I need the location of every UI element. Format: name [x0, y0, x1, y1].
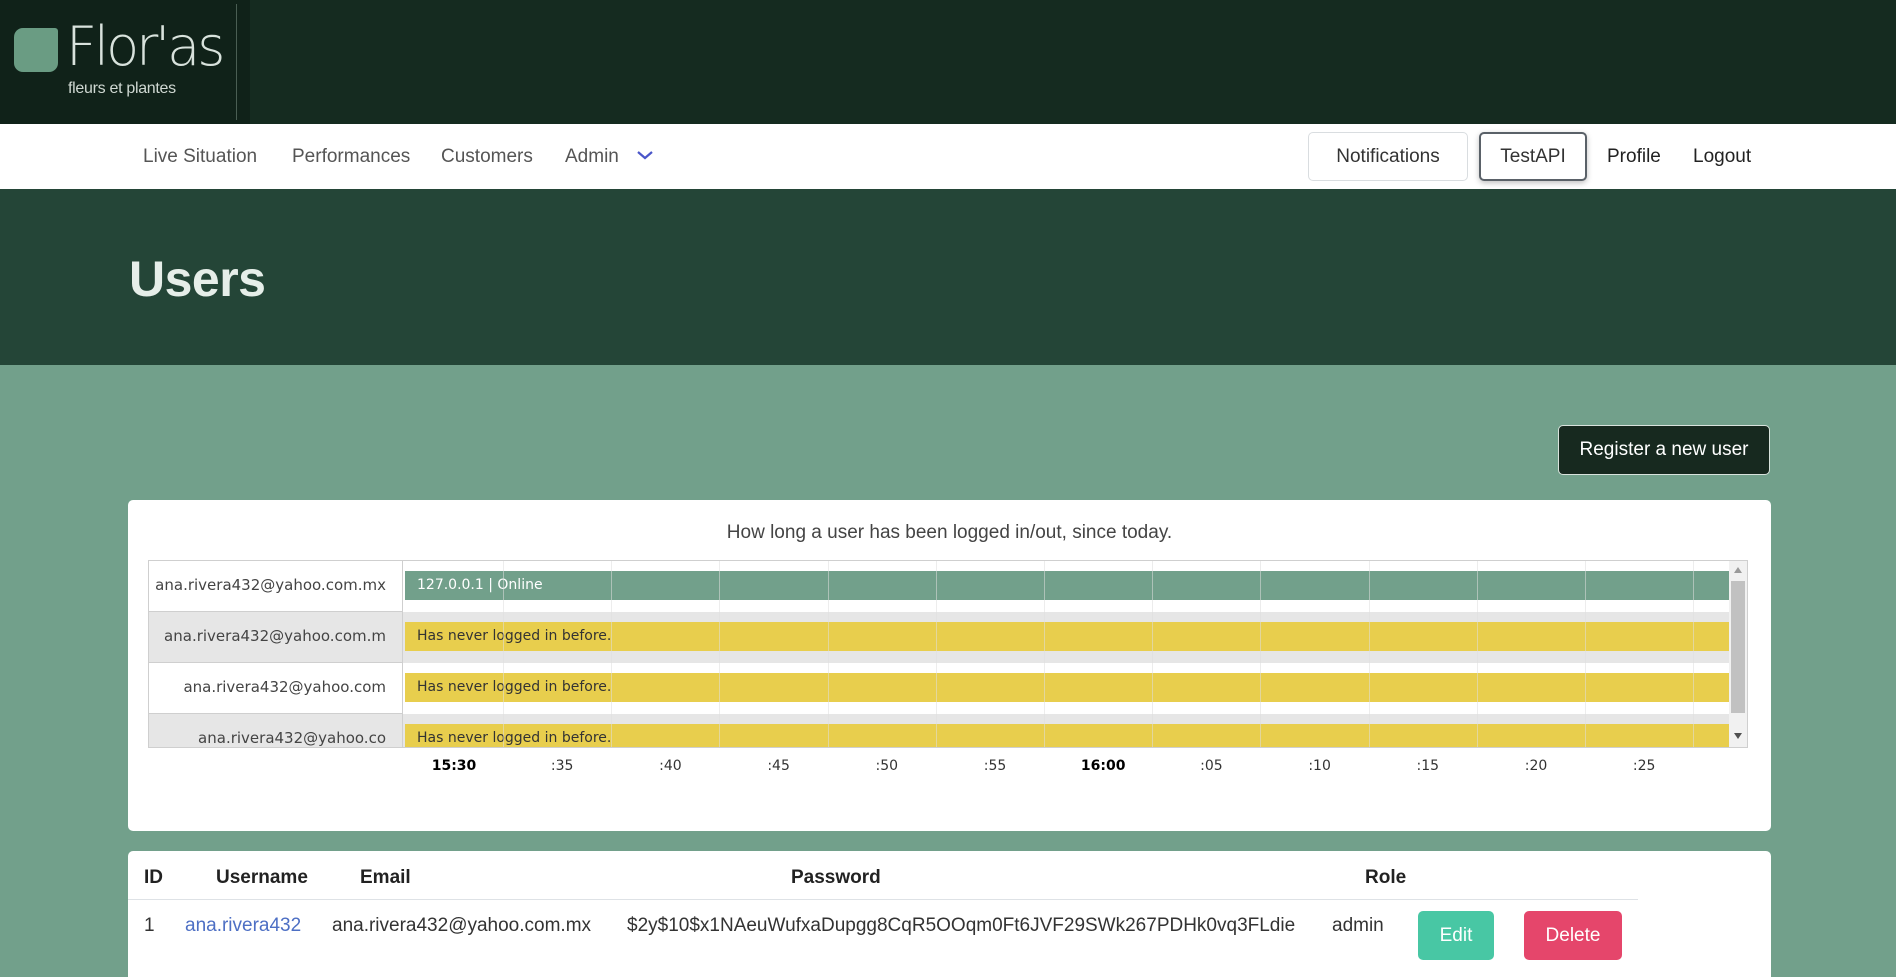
timeline-tick-label: :10	[1308, 758, 1331, 774]
user-role: admin	[1332, 915, 1384, 936]
timeline-tick-label: :50	[875, 758, 899, 774]
timeline-bar[interactable]: Has never logged in before.	[405, 673, 1729, 702]
timeline-tick-label: :45	[767, 758, 790, 774]
logo-divider	[236, 4, 237, 120]
nav-logout[interactable]: Logout	[1693, 124, 1751, 189]
navbar: Live Situation Performances Customers Ad…	[0, 124, 1896, 189]
timeline-row-label: ana.rivera432@yahoo.co	[149, 714, 403, 747]
brand-bar: Flor'as fleurs et plantes	[0, 0, 1896, 124]
timeline-bar[interactable]: 127.0.0.1 | Online	[405, 571, 1729, 600]
scrollbar-thumb[interactable]	[1731, 581, 1745, 713]
login-timeline-card: How long a user has been logged in/out, …	[128, 500, 1771, 831]
timeline-chart: ana.rivera432@yahoo.com.mx 127.0.0.1 | On…	[148, 560, 1748, 748]
timeline-row-label: ana.rivera432@yahoo.com.m	[149, 612, 403, 663]
notifications-button[interactable]: Notifications	[1308, 132, 1468, 181]
delete-user-button[interactable]: Delete	[1524, 911, 1622, 960]
table-header-divider	[128, 899, 1638, 900]
timeline-title: How long a user has been logged in/out, …	[726, 522, 1173, 543]
timeline-tick-label: :35	[550, 758, 574, 774]
timeline-bar[interactable]: Has never logged in before.	[405, 724, 1729, 747]
scroll-down-icon[interactable]	[1734, 733, 1742, 739]
timeline-row-label: ana.rivera432@yahoo.com	[149, 663, 403, 714]
timeline-row: ana.rivera432@yahoo.com Has never logged …	[149, 663, 1747, 714]
scroll-up-icon[interactable]	[1734, 567, 1742, 573]
testapi-button[interactable]: TestAPI	[1479, 132, 1587, 181]
timeline-tick-label: :40	[659, 758, 682, 774]
nav-profile[interactable]: Profile	[1607, 124, 1661, 189]
nav-live-situation[interactable]: Live Situation	[143, 124, 257, 189]
logo-name: Flor'as	[66, 15, 225, 78]
timeline-scrollbar[interactable]	[1729, 561, 1747, 747]
timeline-row: ana.rivera432@yahoo.com.mx 127.0.0.1 | On…	[149, 561, 1747, 612]
column-header-id: ID	[144, 867, 163, 888]
column-header-role: Role	[1365, 867, 1407, 888]
timeline-row-label: ana.rivera432@yahoo.com.mx	[149, 561, 403, 612]
username-link[interactable]: ana.rivera432	[185, 915, 301, 937]
nav-admin[interactable]: Admin	[565, 124, 619, 189]
timeline-row: ana.rivera432@yahoo.co Has never logged i…	[149, 714, 1747, 747]
register-user-button[interactable]: Register a new user	[1558, 425, 1770, 475]
column-header-password: Password	[791, 867, 881, 888]
logo[interactable]: Flor'as fleurs et plantes	[0, 0, 250, 124]
timeline-bar[interactable]: Has never logged in before.	[405, 622, 1729, 651]
timeline-tick-label: :05	[1200, 758, 1223, 774]
chevron-down-icon[interactable]	[636, 149, 654, 161]
logo-tagline: fleurs et plantes	[68, 80, 176, 97]
timeline-tick-label: :15	[1416, 758, 1440, 774]
users-table: ID Username Email Password Role 1 ana.ri…	[128, 851, 1771, 977]
user-id: 1	[144, 915, 155, 936]
timeline-tick-label: 16:00	[1080, 758, 1126, 774]
timeline-tick-label: :20	[1524, 758, 1548, 774]
nav-performances[interactable]: Performances	[292, 124, 410, 189]
column-header-email: Email	[360, 867, 411, 888]
timeline-row: ana.rivera432@yahoo.com.m Has never logge…	[149, 612, 1747, 663]
nav-customers[interactable]: Customers	[441, 124, 533, 189]
edit-user-button[interactable]: Edit	[1418, 911, 1494, 960]
timeline-tick-label: :55	[983, 758, 1007, 774]
user-email: ana.rivera432@yahoo.com.mx	[332, 915, 592, 936]
page-title: Users	[129, 251, 266, 307]
user-password-hash: $2y$10$x1NAeuWufxaDupgg8CqR5OOqm0Ft6JVF2…	[627, 915, 1296, 936]
timeline-tick-label: 15:30	[431, 758, 477, 774]
column-header-username: Username	[216, 867, 308, 888]
page-header	[0, 189, 1896, 365]
logo-leaf-icon	[14, 28, 58, 72]
timeline-tick-label: :25	[1632, 758, 1656, 774]
